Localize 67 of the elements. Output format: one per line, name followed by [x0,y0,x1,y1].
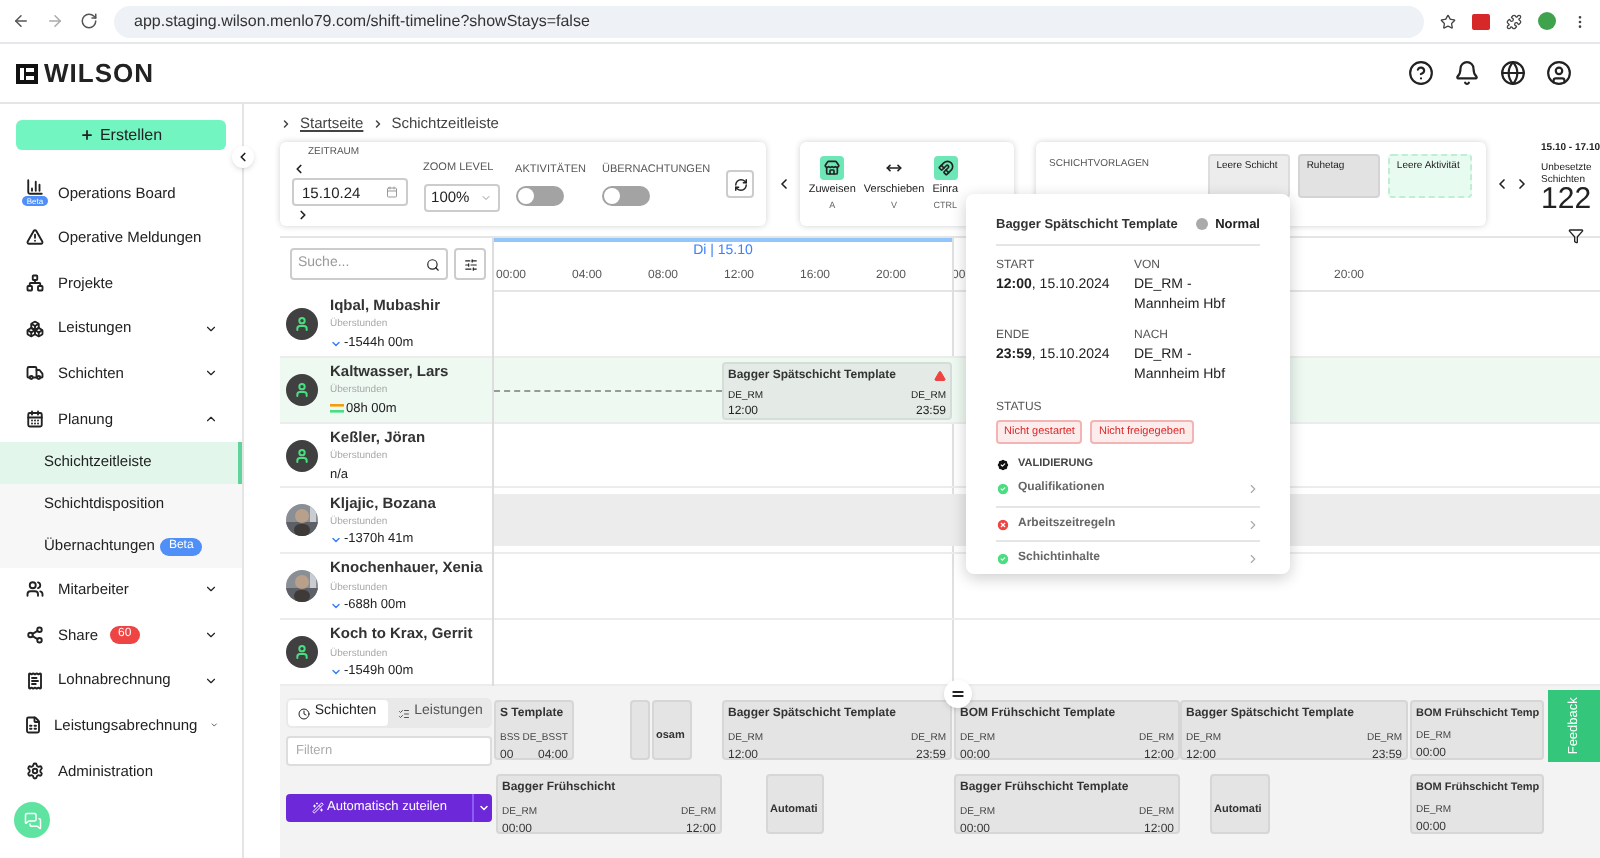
receipt-icon [26,671,44,690]
sliders-icon [463,257,477,272]
equal-icon [950,686,966,702]
calendar-icon [26,409,44,428]
chevron-left-icon[interactable] [1493,176,1510,192]
back-icon[interactable] [12,12,30,30]
unassigned-count: 122 [1541,185,1594,213]
account-icon[interactable] [1546,60,1572,86]
toggle-switch[interactable] [602,185,650,206]
filter-settings-button[interactable] [454,248,486,281]
clock-icon [298,707,311,719]
resize-handle[interactable] [944,680,972,708]
chevron-down-icon[interactable] [204,627,218,642]
spreadsheet-icon [24,716,42,735]
star-icon[interactable] [1440,13,1456,29]
search-icon [426,257,440,272]
chevron-right-icon [1246,482,1260,497]
chevron-left-icon[interactable] [775,176,792,192]
horizontal-arrow-icon [886,159,903,175]
chevron-right-icon [1246,517,1260,532]
network-icon [26,273,44,292]
collapse-button[interactable] [232,146,254,168]
chevron-down-icon [477,802,489,814]
help-icon[interactable] [1408,60,1434,86]
truck-icon [26,364,44,383]
store-icon [824,159,841,175]
bar-chart-icon [26,178,44,197]
dropdown-button[interactable] [472,794,492,822]
boxes-icon [26,319,44,338]
wand-icon [311,802,323,814]
chevron-right-icon [280,117,292,129]
bell-icon[interactable] [1454,60,1480,86]
settings-icon [26,761,44,780]
extension-icon[interactable] [1472,13,1490,29]
logo-icon [16,63,38,83]
chevron-down-icon [479,191,492,204]
refresh-button[interactable] [726,170,754,198]
refresh-icon [733,177,748,191]
create-button[interactable]: Erstellen [16,120,226,150]
chevron-right-icon [371,117,384,129]
chevron-left-icon[interactable] [292,162,306,177]
chevron-left-icon [236,150,250,164]
reload-icon[interactable] [80,12,98,30]
warning-icon [26,228,44,247]
profile-avatar[interactable] [1538,12,1556,30]
chevron-down-icon[interactable] [204,582,218,597]
chevron-right-icon[interactable] [1513,176,1530,192]
list-icon [398,707,411,719]
puzzle-icon[interactable] [1506,13,1522,29]
chevron-up-icon[interactable] [204,411,218,426]
chevron-right-icon [1246,551,1260,566]
chevron-down-icon[interactable] [204,321,218,336]
share-icon [26,625,44,644]
address-bar[interactable]: app.staging.wilson.menlo79.com/shift-timeline?showStays=false [114,5,1424,37]
users-icon [26,580,44,599]
globe-icon[interactable] [1500,60,1526,86]
calendar-icon [385,186,398,199]
toggle-switch[interactable] [515,185,564,206]
chevron-down-icon[interactable] [204,673,218,688]
chat-icon [23,811,41,829]
filter-icon[interactable] [1568,228,1584,244]
validation-icon [996,457,1010,472]
chevron-down-icon[interactable] [204,366,218,381]
plus-icon [79,128,94,142]
app-logo: WILSON [44,55,154,92]
magnet-icon [937,159,954,175]
chevron-right-icon[interactable] [296,208,310,223]
